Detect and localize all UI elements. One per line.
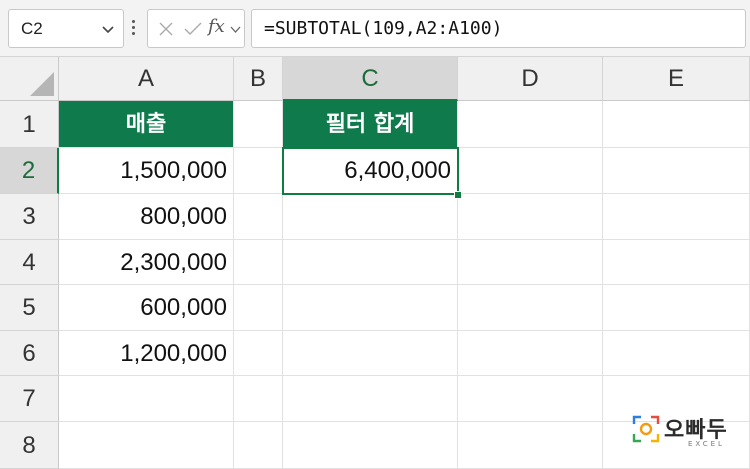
cell-a8[interactable] xyxy=(59,422,234,469)
cell-c1[interactable]: 필터 합계 xyxy=(283,101,458,148)
row-header-8[interactable]: 8 xyxy=(0,422,59,469)
row-header-4[interactable]: 4 xyxy=(0,240,59,285)
cell-c2[interactable]: 6,400,000 xyxy=(283,148,458,194)
row-header-1[interactable]: 1 xyxy=(0,101,59,148)
row-header-7[interactable]: 7 xyxy=(0,376,59,422)
cell-a7[interactable] xyxy=(59,376,234,422)
column-header-c[interactable]: C xyxy=(283,57,458,101)
column-header-a[interactable]: A xyxy=(59,57,234,101)
formula-actions: fx xyxy=(147,9,245,48)
chevron-down-icon[interactable] xyxy=(101,22,115,36)
cell-a2[interactable]: 1,500,000 xyxy=(59,148,234,194)
cell-c5[interactable] xyxy=(283,285,458,331)
column-header-b[interactable]: B xyxy=(234,57,283,101)
cell-d7[interactable] xyxy=(458,376,603,422)
cell-d1[interactable] xyxy=(458,101,603,148)
row-header-3[interactable]: 3 xyxy=(0,194,59,240)
cell-e3[interactable] xyxy=(603,194,750,240)
fill-handle[interactable] xyxy=(454,191,462,199)
cell-d5[interactable] xyxy=(458,285,603,331)
formula-input[interactable]: =SUBTOTAL(109,A2:A100) xyxy=(251,9,746,48)
name-box[interactable]: C2 xyxy=(8,9,124,48)
cell-b1[interactable] xyxy=(234,101,283,148)
chevron-down-icon[interactable] xyxy=(230,24,241,35)
cell-e4[interactable] xyxy=(603,240,750,285)
cell-d2[interactable] xyxy=(458,148,603,194)
cell-b2[interactable] xyxy=(234,148,283,194)
cell-b5[interactable] xyxy=(234,285,283,331)
spreadsheet-grid: A B C D E 1 2 3 4 5 6 7 8 매출 필터 합계 1,500… xyxy=(0,57,750,469)
cell-d4[interactable] xyxy=(458,240,603,285)
column-header-e[interactable]: E xyxy=(603,57,750,101)
cell-e1[interactable] xyxy=(603,101,750,148)
select-all-triangle-icon xyxy=(30,72,54,96)
cell-c4[interactable] xyxy=(283,240,458,285)
cell-d8[interactable] xyxy=(458,422,603,469)
cell-a5[interactable]: 600,000 xyxy=(59,285,234,331)
logo-mark-icon xyxy=(632,415,660,443)
column-header-d[interactable]: D xyxy=(458,57,603,101)
cell-e5[interactable] xyxy=(603,285,750,331)
row-header-2[interactable]: 2 xyxy=(0,148,59,194)
cell-a3[interactable]: 800,000 xyxy=(59,194,234,240)
confirm-icon[interactable] xyxy=(184,21,202,37)
cell-d6[interactable] xyxy=(458,331,603,376)
cell-a4[interactable]: 2,300,000 xyxy=(59,240,234,285)
cell-c7[interactable] xyxy=(283,376,458,422)
insert-function-button[interactable]: fx xyxy=(208,16,225,37)
cell-a6[interactable]: 1,200,000 xyxy=(59,331,234,376)
cell-a1[interactable]: 매출 xyxy=(59,101,234,148)
cell-d3[interactable] xyxy=(458,194,603,240)
cell-b3[interactable] xyxy=(234,194,283,240)
formula-bar-area: C2 fx =SUBTOTAL(109,A2:A100) xyxy=(0,0,750,57)
row-header-6[interactable]: 6 xyxy=(0,331,59,376)
cell-b6[interactable] xyxy=(234,331,283,376)
cancel-icon[interactable] xyxy=(158,21,174,37)
cell-b8[interactable] xyxy=(234,422,283,469)
cell-e6[interactable] xyxy=(603,331,750,376)
oppadu-logo: 오빠두 EXCEL xyxy=(632,413,742,455)
name-box-value: C2 xyxy=(21,19,43,38)
select-all-button[interactable] xyxy=(0,57,59,101)
cell-e2[interactable] xyxy=(603,148,750,194)
cell-c6[interactable] xyxy=(283,331,458,376)
cell-b4[interactable] xyxy=(234,240,283,285)
cell-c8[interactable] xyxy=(283,422,458,469)
more-options-icon[interactable] xyxy=(132,20,136,38)
logo-subtext: EXCEL xyxy=(688,440,725,448)
cell-b7[interactable] xyxy=(234,376,283,422)
cell-c3[interactable] xyxy=(283,194,458,240)
formula-text: =SUBTOTAL(109,A2:A100) xyxy=(264,18,503,39)
row-header-5[interactable]: 5 xyxy=(0,285,59,331)
